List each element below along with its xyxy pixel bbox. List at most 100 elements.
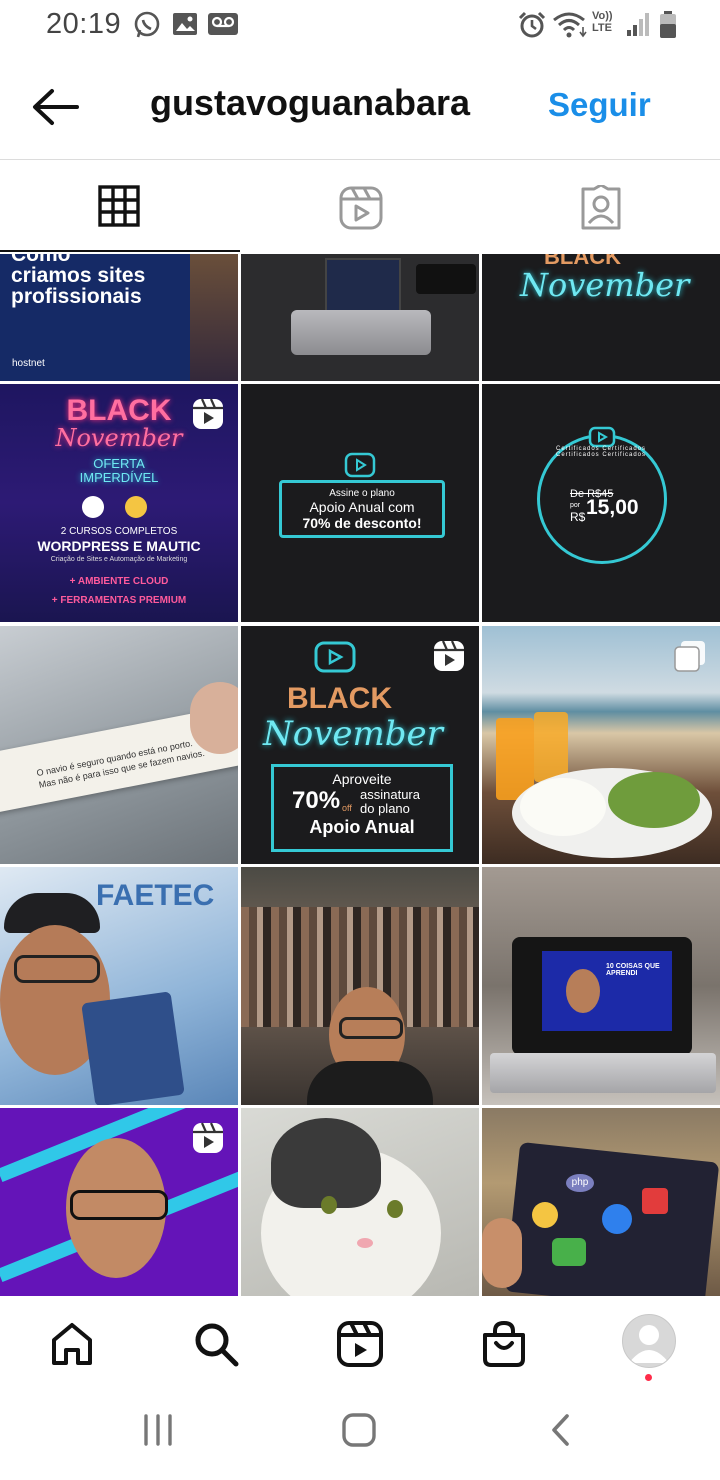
wordpress-logo-icon (82, 496, 104, 518)
post-tile[interactable]: 10 COISAS QUE APRENDI (482, 867, 720, 1105)
post-tile[interactable] (0, 1108, 238, 1296)
laptop-body (291, 310, 431, 355)
post-tile[interactable]: Assine o plano Apoio Anual com 70% de de… (241, 384, 479, 622)
tab-posts-grid[interactable] (0, 160, 240, 252)
price: 15,00 (586, 496, 639, 519)
status-time: 20:19 (46, 8, 122, 40)
post-text: assinatura (360, 787, 420, 802)
ring-text: Certificados Certificados Certificados C… (555, 446, 647, 458)
battery-icon (658, 10, 678, 45)
back-system-button[interactable] (548, 1412, 572, 1453)
post-tile[interactable]: BLACK November OFERTA IMPERDÍVEL 2 CURSO… (0, 384, 238, 622)
currency: R$ (570, 510, 586, 524)
mautic-logo-icon (125, 496, 147, 518)
slide-text: 10 COISAS QUE APRENDI (606, 963, 660, 977)
post-tile[interactable]: php (482, 1108, 720, 1296)
tab-reels[interactable] (240, 160, 480, 252)
nav-reels[interactable] (330, 1314, 390, 1374)
reel-badge-icon (433, 640, 465, 677)
play-logo-icon (588, 426, 616, 448)
search-icon (195, 1323, 239, 1367)
cat-eye (387, 1200, 403, 1218)
bottom-navigation (0, 1296, 720, 1388)
glasses (70, 1190, 168, 1220)
post-text: Criação de Sites e Automação de Marketin… (50, 556, 188, 563)
reels-icon (337, 1321, 383, 1367)
play-logo-icon (344, 452, 376, 478)
volte-icon: Vo)) LTE (592, 10, 613, 34)
post-text: Assine o plano (329, 488, 395, 499)
laptop-screen (325, 258, 401, 312)
post-tile[interactable] (482, 626, 720, 864)
signal-icon (626, 10, 650, 43)
carousel-badge-icon (674, 640, 706, 677)
voicemail-icon (207, 10, 239, 43)
post-text: + FERRAMENTAS PREMIUM (51, 595, 187, 606)
alarm-icon (517, 10, 547, 45)
nav-shop[interactable] (474, 1314, 534, 1374)
profile-username: gustavoguanabara (149, 82, 471, 123)
recent-apps-button[interactable] (142, 1412, 174, 1453)
wifi-icon (552, 10, 588, 45)
follow-button[interactable]: Seguir (548, 86, 651, 124)
post-tile[interactable]: Certificados Certificados Certificados C… (482, 384, 720, 622)
play-logo-icon (314, 641, 356, 673)
sign-text: FAETEC (96, 879, 215, 912)
recent-apps-icon (144, 1414, 172, 1446)
post-tile[interactable]: O navio é seguro quando está no porto. M… (0, 626, 238, 864)
profile-tabs (0, 160, 720, 252)
badge-card (81, 991, 185, 1105)
reel-badge-icon (192, 1122, 224, 1159)
keyboard (490, 1053, 716, 1093)
sticker (552, 1238, 586, 1266)
offer-box: Assine o plano Apoio Anual com 70% de de… (279, 480, 445, 538)
profile-header: gustavoguanabara Seguir (0, 60, 720, 160)
post-text: IMPERDÍVEL (79, 470, 159, 485)
post-text: + AMBIENTE CLOUD (69, 576, 169, 587)
post-tile[interactable] (241, 867, 479, 1105)
status-bar: 20:19 Vo)) LTE (0, 0, 720, 52)
post-text: Apoio Anual com (309, 499, 415, 515)
sticker (602, 1204, 632, 1234)
cat-nose (357, 1238, 373, 1248)
system-navigation (0, 1388, 720, 1480)
post-text: 2 CURSOS COMPLETOS (60, 526, 178, 537)
glasses (339, 1017, 403, 1039)
tagged-icon (581, 185, 621, 230)
home-button-icon (342, 1413, 376, 1447)
profile-avatar-icon (629, 1325, 669, 1363)
post-text-line: profissionais (11, 285, 142, 308)
nav-profile-avatar[interactable] (622, 1314, 676, 1368)
post-text: BLACK (287, 682, 392, 715)
cat-eye (321, 1196, 337, 1214)
post-tile[interactable]: BLACK November Aproveite 70% off assinat… (241, 626, 479, 864)
juice-glass (534, 712, 568, 782)
shop-icon (483, 1320, 525, 1367)
hand (482, 1218, 522, 1288)
tab-tagged[interactable] (480, 160, 720, 252)
person-face (566, 969, 600, 1013)
post-tile[interactable]: FAETEC (0, 867, 238, 1105)
brand-label: hostnet (12, 358, 45, 369)
post-tile[interactable]: Como criamos sites profissionais hostnet (0, 254, 238, 381)
nav-search[interactable] (186, 1314, 246, 1374)
sticker (642, 1188, 668, 1214)
tab-active-indicator (0, 250, 240, 252)
post-text: WORDPRESS E MAUTIC (37, 538, 201, 554)
glasses (14, 955, 100, 983)
shirt (307, 1061, 433, 1105)
home-icon (52, 1323, 92, 1365)
post-tile[interactable] (241, 1108, 479, 1296)
nav-home[interactable] (42, 1314, 102, 1374)
post-text: OFERTA (93, 456, 145, 471)
home-button[interactable] (341, 1412, 377, 1453)
price-prefix: por (570, 502, 581, 509)
whatsapp-icon (132, 10, 162, 45)
post-tile[interactable] (241, 254, 479, 381)
rice (520, 778, 606, 836)
post-tile[interactable]: BLACK November (482, 254, 720, 381)
post-text: 70% de desconto! (302, 515, 422, 531)
offer-box: Aproveite 70% off assinatura do plano Ap… (271, 764, 453, 852)
discount-off: off (342, 803, 352, 813)
post-text: Aproveite (332, 771, 392, 787)
